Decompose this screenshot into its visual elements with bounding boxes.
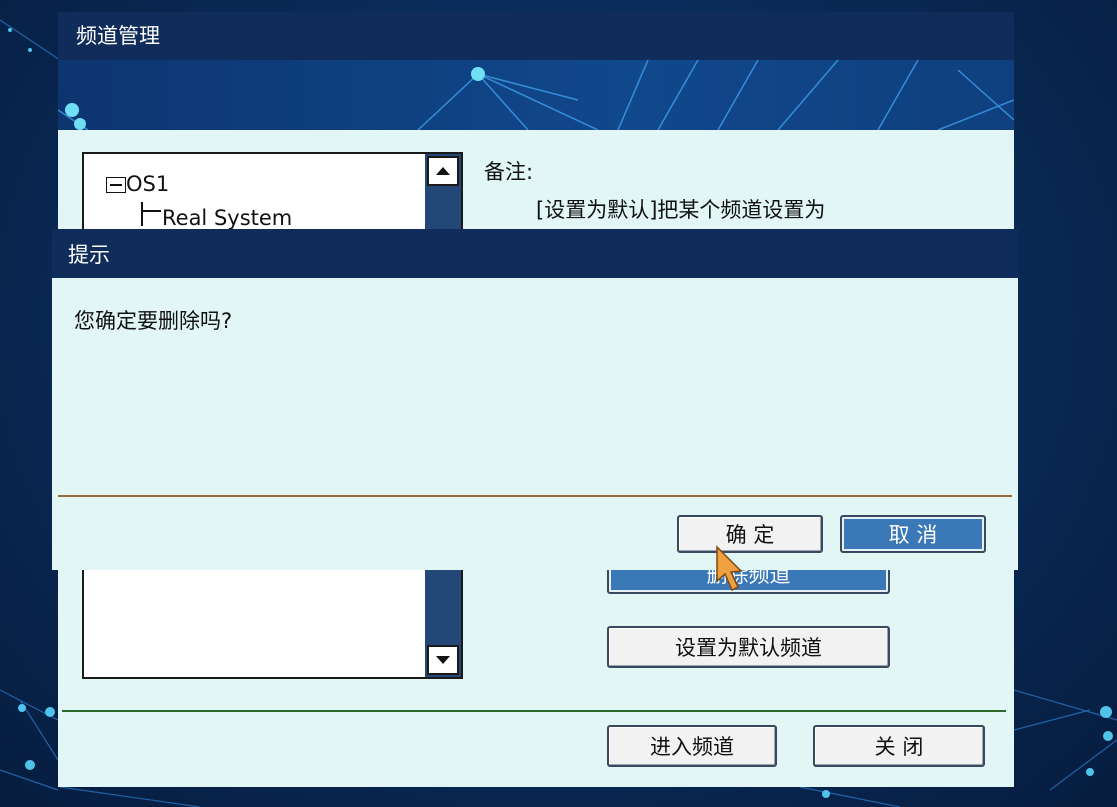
- tree-connector: [141, 202, 143, 226]
- minus-box-icon[interactable]: [106, 177, 126, 193]
- network-banner-graphic: [58, 60, 1014, 130]
- triangle-up-icon: [436, 167, 450, 175]
- triangle-down-icon: [436, 656, 450, 664]
- note-text: [设置为默认]把某个频道设置为: [536, 198, 826, 222]
- scroll-up-button[interactable]: [427, 156, 459, 186]
- dialog-title: 提示: [52, 229, 1018, 278]
- tree-node-label: Real System: [162, 206, 293, 230]
- dialog-message: 您确定要删除吗?: [74, 309, 233, 333]
- tree-node-label: OS1: [126, 172, 170, 196]
- tree-node-os1[interactable]: OS1: [106, 172, 169, 196]
- tree-node-real-system[interactable]: Real System: [162, 206, 292, 230]
- dialog-divider: [58, 495, 1012, 497]
- scroll-down-button[interactable]: [427, 645, 459, 675]
- footer-divider: [62, 710, 1006, 712]
- ok-button[interactable]: 确 定: [677, 515, 823, 553]
- tree-connector: [141, 210, 161, 212]
- enter-channel-button[interactable]: 进入频道: [607, 725, 777, 767]
- note-label: 备注:: [484, 160, 534, 184]
- cancel-button[interactable]: 取 消: [840, 515, 986, 553]
- confirm-dialog: 提示 您确定要删除吗? 确 定 取 消: [52, 229, 1018, 570]
- header-banner: [58, 60, 1014, 130]
- window-title: 频道管理: [58, 12, 1014, 60]
- set-default-channel-button[interactable]: 设置为默认频道: [607, 626, 890, 668]
- close-button[interactable]: 关 闭: [813, 725, 985, 767]
